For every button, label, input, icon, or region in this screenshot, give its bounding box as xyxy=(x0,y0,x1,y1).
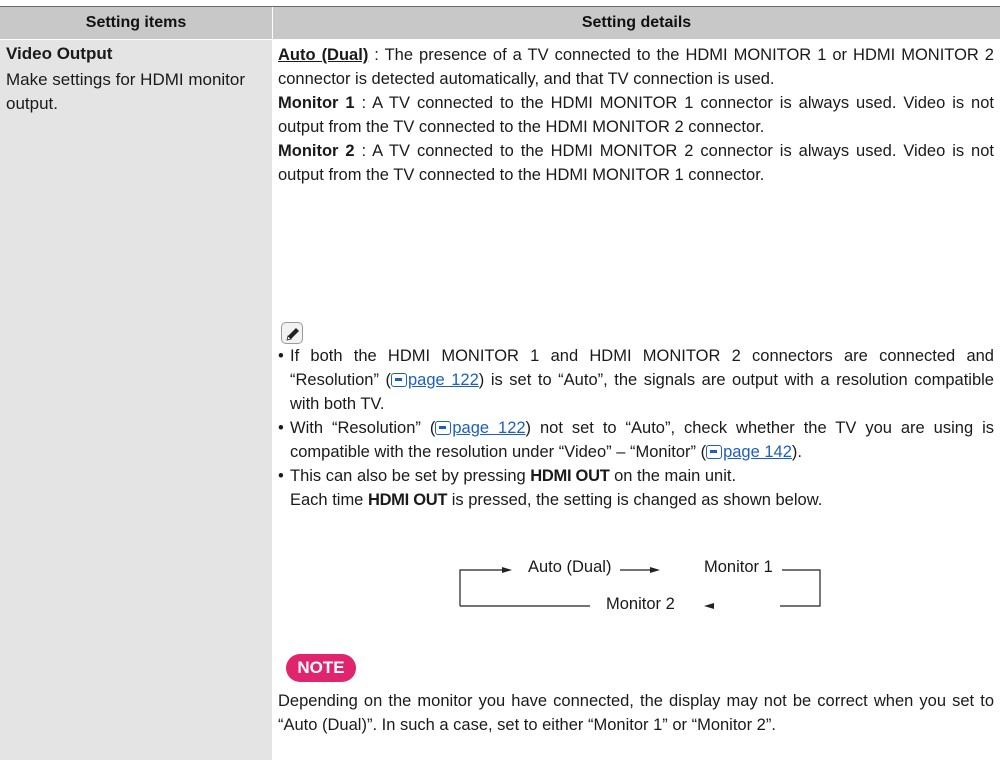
option-monitor-2: Monitor 2 : A TV connected to the HDMI M… xyxy=(278,139,994,187)
flow-step-auto-dual: Auto (Dual) xyxy=(528,558,612,576)
setting-items-column xyxy=(0,40,272,760)
header-setting-items: Setting items xyxy=(0,7,272,39)
option-text: : A TV connected to the HDMI MONITOR 1 c… xyxy=(278,94,994,136)
note-text: on the main unit. xyxy=(609,467,737,485)
settings-table: Setting items Setting details Video Outp… xyxy=(0,0,1000,760)
list-item: With “Resolution” (page 122) not set to … xyxy=(278,416,994,464)
option-name: Monitor 1 xyxy=(278,94,355,112)
note-badge: NOTE xyxy=(286,654,356,682)
option-name: Monitor 2 xyxy=(278,142,355,160)
item-description: Make settings for HDMI monitor output. xyxy=(6,70,246,113)
note-text: Depending on the monitor you have connec… xyxy=(278,692,994,734)
column-divider xyxy=(272,7,273,760)
option-name: Auto (Dual) xyxy=(278,46,369,64)
flow-step-monitor-2: Monitor 2 xyxy=(606,595,675,613)
hdmi-out-key: HDMI OUT xyxy=(530,467,610,485)
note-text: Each time xyxy=(290,491,368,509)
pencil-icon xyxy=(281,322,303,344)
mode-cycle-diagram: Auto (Dual) Monitor 1 Monitor 2 xyxy=(440,552,860,622)
page-reference-icon xyxy=(435,421,452,435)
note-text: With “Resolution” ( xyxy=(290,419,436,437)
page-reference-icon xyxy=(706,445,723,459)
option-auto-dual: Auto (Dual) : The presence of a TV conne… xyxy=(278,43,994,91)
tips-list: If both the HDMI MONITOR 1 and HDMI MONI… xyxy=(278,344,994,512)
hdmi-out-key: HDMI OUT xyxy=(367,491,448,509)
list-item: This can also be set by pressing HDMI OU… xyxy=(278,464,994,488)
header-setting-details: Setting details xyxy=(273,7,1000,39)
list-item-continuation: Each time HDMI OUT is pressed, the setti… xyxy=(278,488,994,512)
page-link[interactable]: page 142 xyxy=(723,443,792,461)
page-reference-icon xyxy=(391,373,407,387)
option-monitor-1: Monitor 1 : A TV connected to the HDMI M… xyxy=(278,91,994,139)
option-text: : A TV connected to the HDMI MONITOR 2 c… xyxy=(278,142,994,184)
list-item: If both the HDMI MONITOR 1 and HDMI MONI… xyxy=(278,344,994,416)
note-text: is pressed, the setting is changed as sh… xyxy=(447,491,823,509)
option-text: : The presence of a TV connected to the … xyxy=(278,46,994,88)
page-link[interactable]: page 122 xyxy=(408,371,479,389)
page-link[interactable]: page 122 xyxy=(452,419,525,437)
item-title: Video Output xyxy=(6,44,113,63)
note-text: This can also be set by pressing xyxy=(290,467,531,485)
flow-step-monitor-1: Monitor 1 xyxy=(704,558,773,576)
setting-details: Auto (Dual) : The presence of a TV conne… xyxy=(278,43,994,187)
note-text: ). xyxy=(791,443,802,461)
